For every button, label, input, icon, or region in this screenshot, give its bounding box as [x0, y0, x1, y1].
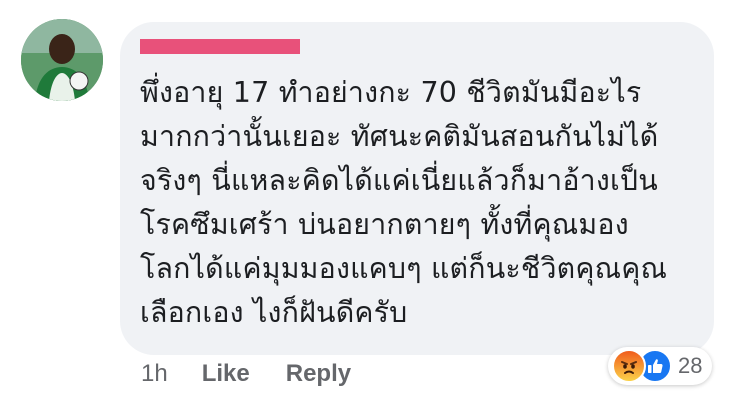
reaction-count: 28 — [678, 353, 703, 378]
comment-line: จริงๆ นี่แหละคิดได้แค่เนี่ยแล้วก็มาอ้างเ… — [140, 164, 658, 197]
comment-line: มากกว่านั้นเยอะ ทัศนะคติมันสอนกันไม่ได้ — [140, 120, 659, 153]
reply-button[interactable]: Reply — [286, 360, 351, 388]
redacted-author-name[interactable] — [140, 39, 300, 54]
comment-container: พึ่งอายุ 17 ทำอย่างกะ 70 ชีวิตมันมีอะไร … — [0, 0, 750, 412]
comment-line: โรคซึมเศร้า บ่นอยากตายๆ ทั้งที่คุณมอง — [140, 208, 629, 241]
comment-timestamp[interactable]: 1h — [141, 360, 168, 388]
reactions-summary[interactable]: 28 — [608, 347, 713, 385]
comment-line: พึ่งอายุ 17 ทำอย่างกะ 70 ชีวิตมันมีอะไร — [140, 76, 642, 109]
profile-photo-icon — [21, 19, 103, 101]
like-button[interactable]: Like — [202, 360, 250, 388]
comment-actions: 1h Like Reply — [141, 360, 387, 388]
comment-line: เลือกเอง ไงก็ฝันดีครับ — [140, 296, 408, 329]
comment-line: โลกได้แค่มุมมองแคบๆ แต่ก็นะชีวิตคุณคุณ — [140, 252, 668, 285]
comment-text: พึ่งอายุ 17 ทำอย่างกะ 70 ชีวิตมันมีอะไร … — [140, 71, 700, 335]
avatar[interactable] — [21, 19, 103, 101]
angry-reaction-icon — [612, 349, 646, 383]
